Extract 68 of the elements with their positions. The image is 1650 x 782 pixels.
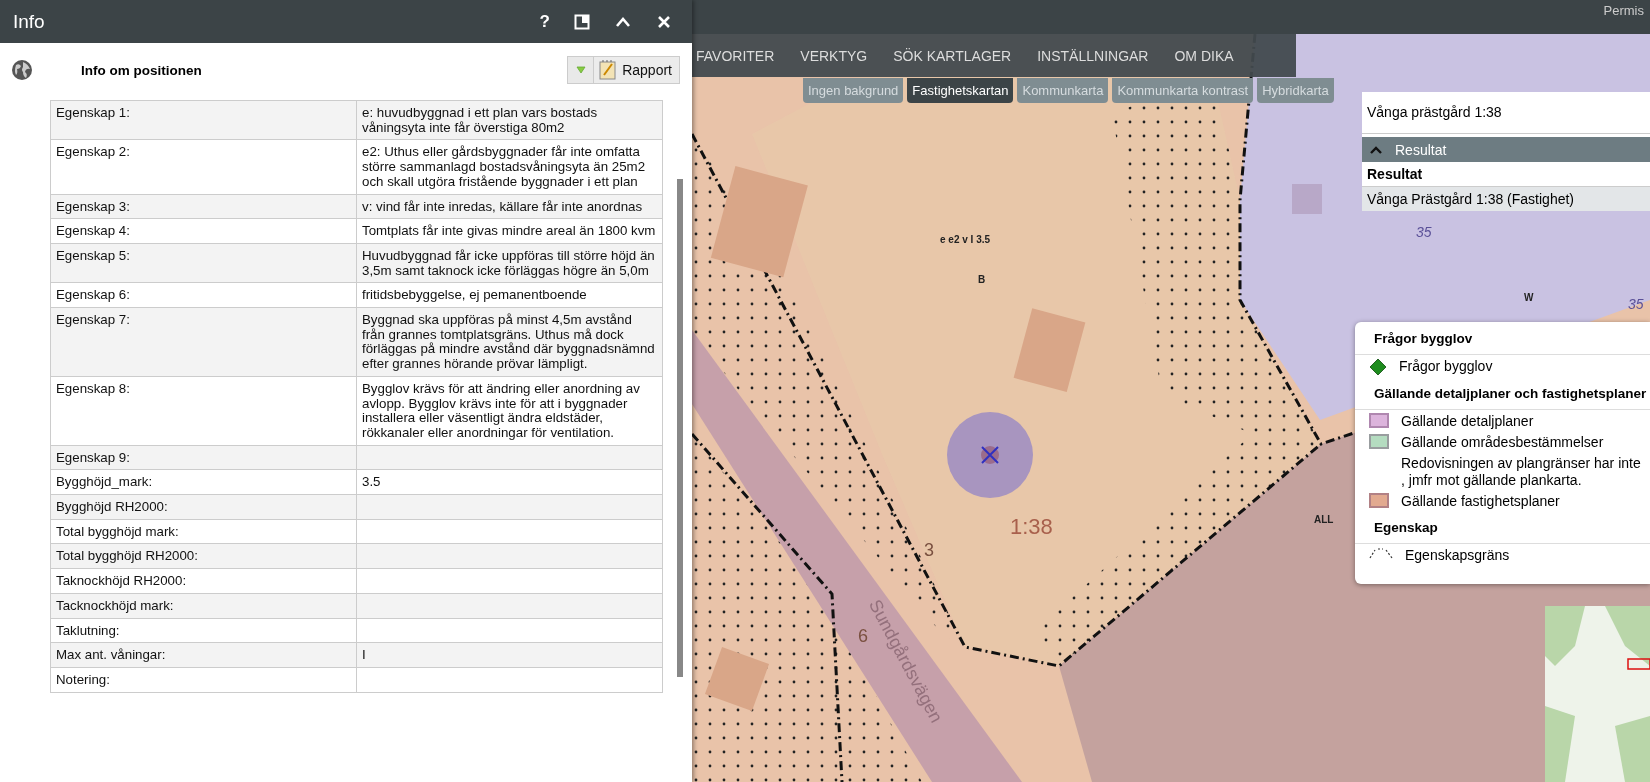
property-value-cell: e2: Uthus eller gårdsbyggnader får inte omfatta större sammanlagd bostadsvåningsyta än 25m2 och skall utgöra fristående byggnader i ett plan [356,139,663,194]
close-icon[interactable] [656,13,672,30]
legend-label: Egenskapsgräns [1405,547,1510,564]
property-name-cell: Egenskap 8: [50,376,357,446]
panel-subtitle: Info om positionen [81,62,203,78]
map-label: 6 [858,626,868,647]
property-name-cell: Notering: [50,667,357,693]
property-value-cell: e: huvudbyggnad i ett plan vars bostads våningsyta inte får överstiga 80m2 [356,100,663,140]
legend-heading: Gällande detaljplaner och fastighetsplaner [1355,377,1650,410]
property-name-cell: Taklutning: [50,618,357,643]
legend-label: Gällande fastighetsplaner [1401,493,1560,510]
legend-heading: Frågor bygglov [1355,322,1650,355]
property-name-cell: Egenskap 7: [50,307,357,377]
help-button[interactable]: ? [539,11,550,32]
property-value-cell: 3.5 [356,469,663,495]
result-section-header[interactable]: Resultat [1362,137,1650,162]
search-field[interactable]: Vånga prästgård 1:38 [1362,92,1650,134]
menu-item[interactable]: FAVORITER [696,47,775,64]
menu-item[interactable]: SÖK KARTLAGER [893,47,1012,64]
legend-label: Gällande detaljplaner [1401,413,1534,430]
legend-note: Redovisningen av plangränser har inte , jmfr mot gällande plankarta. [1401,455,1641,489]
property-value-cell: Bygglov krävs för att ändring eller anordning av avlopp. Bygglov krävs inte för att i byggnader installera eller väsentligt ändra eldstäder, rökkanaler eller anordningar för ventilation. [356,376,663,446]
legend-heading: Egenskap [1355,511,1650,544]
property-value-cell: fritidsbebyggelse, ej pemanentboende [356,282,663,308]
property-value-cell: I [356,642,663,668]
legend-label: Frågor bygglov [1399,358,1493,375]
map-label: e e2 v I 3.5 [940,234,991,245]
map-label: 35 [1628,296,1644,312]
user-label[interactable]: Permis [1603,2,1650,18]
result-item[interactable]: Vånga Prästgård 1:38 (Fastighet) [1362,186,1650,211]
property-name-cell: Egenskap 3: [50,194,357,219]
property-name-cell: Max ant. våningar: [50,642,357,668]
property-name-cell: Bygghöjd_mark: [50,469,357,495]
property-name-cell: Taknockhöjd RH2000: [50,568,357,594]
property-value-cell: Byggnad ska uppföras på minst 4,5m avstånd från grannes tomtplatsgräns. Uthus må dock förläggas på mindre avstånd där byggnadsnämnd efter grannes hörande prövar lämpligt. [356,307,663,377]
legend-label: Gällande områdesbestämmelser [1401,434,1604,451]
section-title: Resultat [1395,141,1447,158]
notepad-icon [599,60,618,80]
dashed-line-icon [1369,547,1393,559]
property-name-cell: Egenskap 9: [50,445,357,470]
map-label: ALL [1314,514,1334,525]
property-name-cell: Bygghöjd RH2000: [50,494,357,520]
panel-title: Info [13,10,45,33]
dock-icon[interactable] [574,13,590,30]
globe-icon [11,59,33,81]
property-name-cell: Tacknockhöjd mark: [50,593,357,619]
map-label: 1:38 [1010,514,1053,540]
property-name-cell: Total bygghöjd mark: [50,519,357,544]
property-name-cell: Egenskap 2: [50,139,357,194]
property-value-cell: v: vind får inte inredas, källare får inte anordnas [356,194,663,219]
menu-item[interactable]: VERKTYG [800,47,868,64]
menu-item[interactable]: OM DIKA [1174,47,1234,64]
property-name-cell: Egenskap 6: [50,282,357,308]
menu-item[interactable]: INSTÄLLNINGAR [1037,47,1149,64]
results-heading: Resultat [1366,165,1424,184]
property-value-cell: Huvudbyggnad får icke uppföras till större höjd än 3,5m samt taknock icke förläggas högre än 5,0m [356,243,663,283]
map-label: 35 [1416,224,1432,240]
property-value-cell: Tomtplats får inte givas mindre areal än 1800 kvm [356,218,663,244]
property-name-cell: Egenskap 4: [50,218,357,244]
property-name-cell: Egenskap 5: [50,243,357,283]
map-label: B [978,274,986,285]
scrollbar-thumb[interactable] [677,179,683,677]
map-tab[interactable]: Fastighetskartan [907,78,1014,103]
property-name-cell: Egenskap 1: [50,100,357,140]
caret-icon [575,66,586,74]
property-name-cell: Total bygghöjd RH2000: [50,543,357,569]
map-label: 3 [924,540,934,561]
map-label: W [1524,292,1534,303]
